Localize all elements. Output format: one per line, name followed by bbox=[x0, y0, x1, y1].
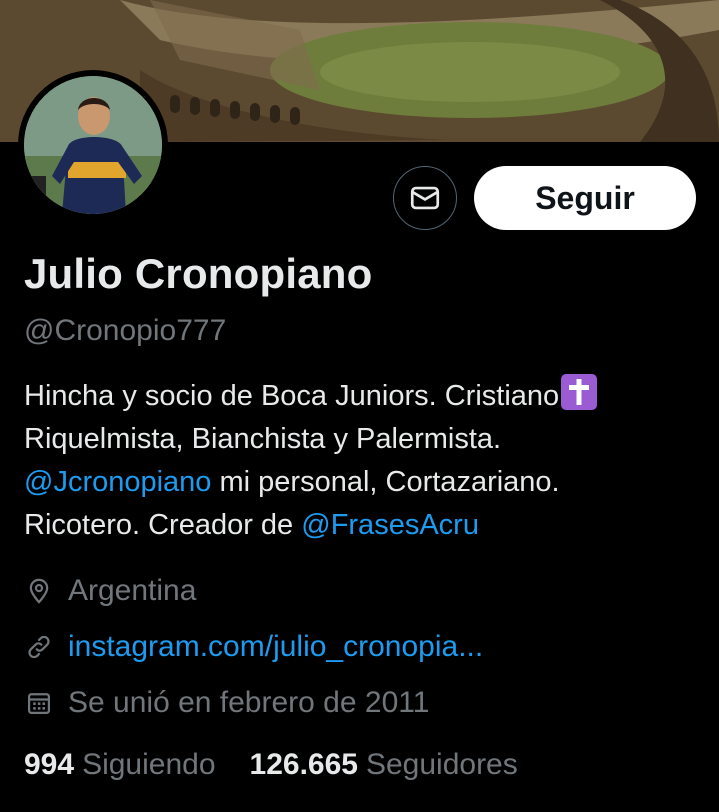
followers-count: 126.665 bbox=[249, 748, 358, 781]
follow-button[interactable]: Seguir bbox=[474, 166, 696, 230]
website-link[interactable]: instagram.com/julio_cronopia... bbox=[68, 630, 483, 664]
website-row: instagram.com/julio_cronopia... bbox=[24, 630, 483, 664]
bio-line-3-text: mi personal, Cortazariano. bbox=[211, 466, 560, 498]
latin-cross-emoji-icon bbox=[561, 374, 598, 410]
location-text: Argentina bbox=[68, 574, 197, 607]
envelope-icon bbox=[410, 186, 440, 210]
followers-label: Seguidores bbox=[365, 748, 518, 781]
bio-line-1: Hincha y socio de Boca Juniors. Cristian… bbox=[24, 380, 560, 412]
following-link[interactable]: 994 Siguiendo bbox=[24, 748, 216, 782]
profile-avatar[interactable] bbox=[18, 70, 168, 220]
link-icon bbox=[24, 632, 54, 662]
bio-mention-jcronopiano[interactable]: @Jcronopiano bbox=[24, 466, 211, 498]
following-label: Siguiendo bbox=[82, 748, 216, 781]
following-count: 994 bbox=[24, 748, 75, 781]
bio-line-4-text: Ricotero. Creador de bbox=[24, 509, 302, 541]
user-handle: @Cronopio777 bbox=[24, 314, 227, 347]
location-row: Argentina bbox=[24, 574, 196, 608]
display-name: Julio Cronopiano bbox=[24, 250, 373, 297]
bio-line-2: Riquelmista, Bianchista y Palermista. bbox=[24, 423, 502, 455]
follow-stats: 994 Siguiendo 126.665 Seguidores bbox=[24, 748, 552, 782]
followers-link[interactable]: 126.665 Seguidores bbox=[250, 748, 518, 782]
profile-bio: Hincha y socio de Boca Juniors. Cristian… bbox=[24, 374, 704, 547]
map-pin-icon bbox=[24, 576, 54, 606]
bio-mention-frasesacru[interactable]: @FrasesAcru bbox=[301, 509, 479, 541]
avatar-photo bbox=[24, 76, 162, 214]
message-button[interactable] bbox=[393, 166, 457, 230]
joined-text: Se unió en febrero de 2011 bbox=[68, 686, 430, 719]
joined-row: Se unió en febrero de 2011 bbox=[24, 686, 429, 720]
calendar-icon bbox=[24, 688, 54, 718]
